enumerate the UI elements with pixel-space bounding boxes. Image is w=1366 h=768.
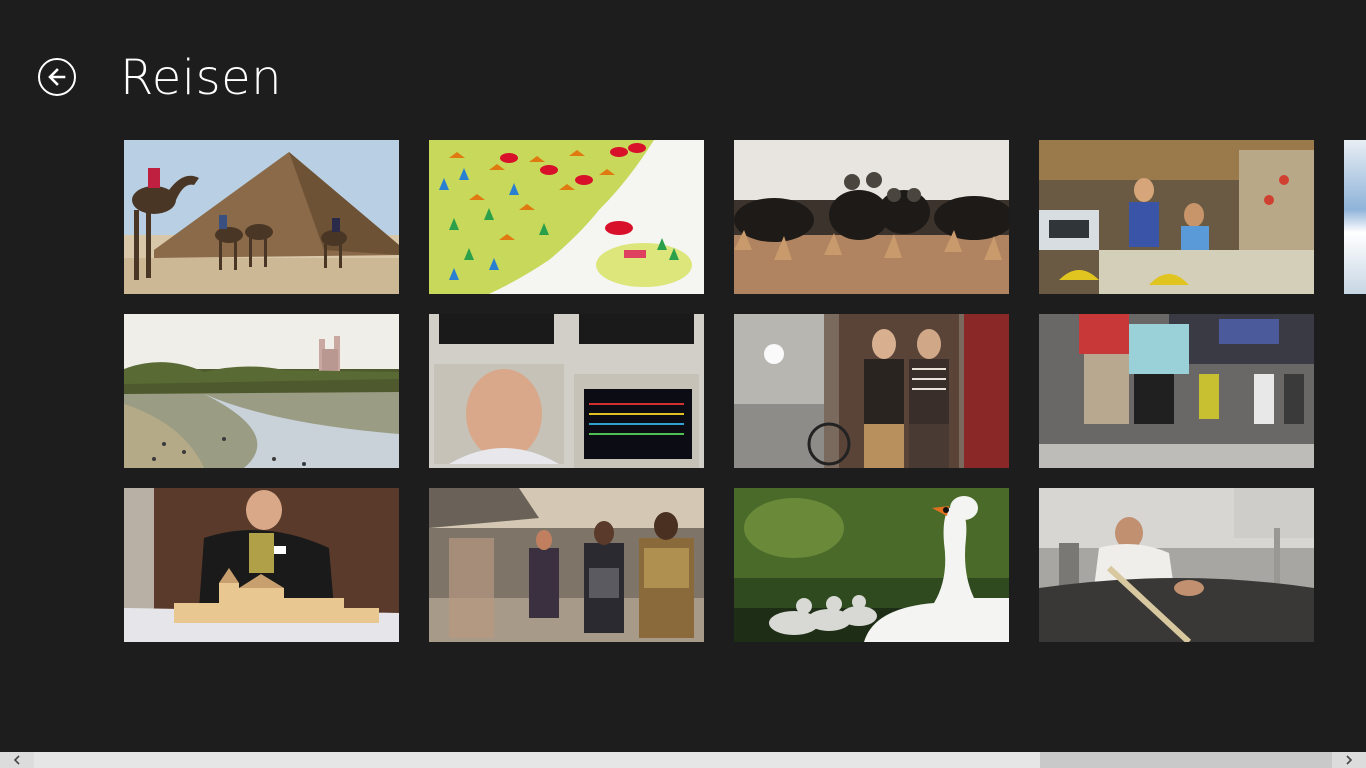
photo-tile-man-building-model[interactable] [124,488,399,642]
photo-tile-illustrated-map-umbrellas[interactable] [429,140,704,294]
horizontal-scrollbar[interactable] [0,752,1366,768]
photo-tile-camels-pyramid[interactable] [124,140,399,294]
photo-tile-brewer-kettle[interactable] [1039,488,1314,642]
chevron-right-icon [1346,755,1353,765]
photo-tile-market-vendor[interactable] [1039,140,1314,294]
scroll-left-button[interactable] [0,752,34,768]
photo-tile-two-men-street[interactable] [734,314,1009,468]
photo-grid [124,140,1314,642]
photo-tile-swan-cygnets[interactable] [734,488,1009,642]
photo-tile-partial-next[interactable] [1344,140,1366,294]
scrollbar-thumb[interactable] [34,752,1040,768]
back-button[interactable] [38,58,76,96]
photo-tile-river-bank-city[interactable] [124,314,399,468]
page-title: Reisen [120,50,283,106]
scroll-right-button[interactable] [1332,752,1366,768]
app-window: Reisen [0,0,1366,768]
photo-tile-pedestrian-street[interactable] [429,488,704,642]
photo-tile-black-sheep[interactable] [734,140,1009,294]
photo-tile-control-room-monitors[interactable] [429,314,704,468]
photo-tile-train-platform[interactable] [1039,314,1314,468]
back-arrow-icon [48,68,66,86]
chevron-left-icon [13,755,20,765]
